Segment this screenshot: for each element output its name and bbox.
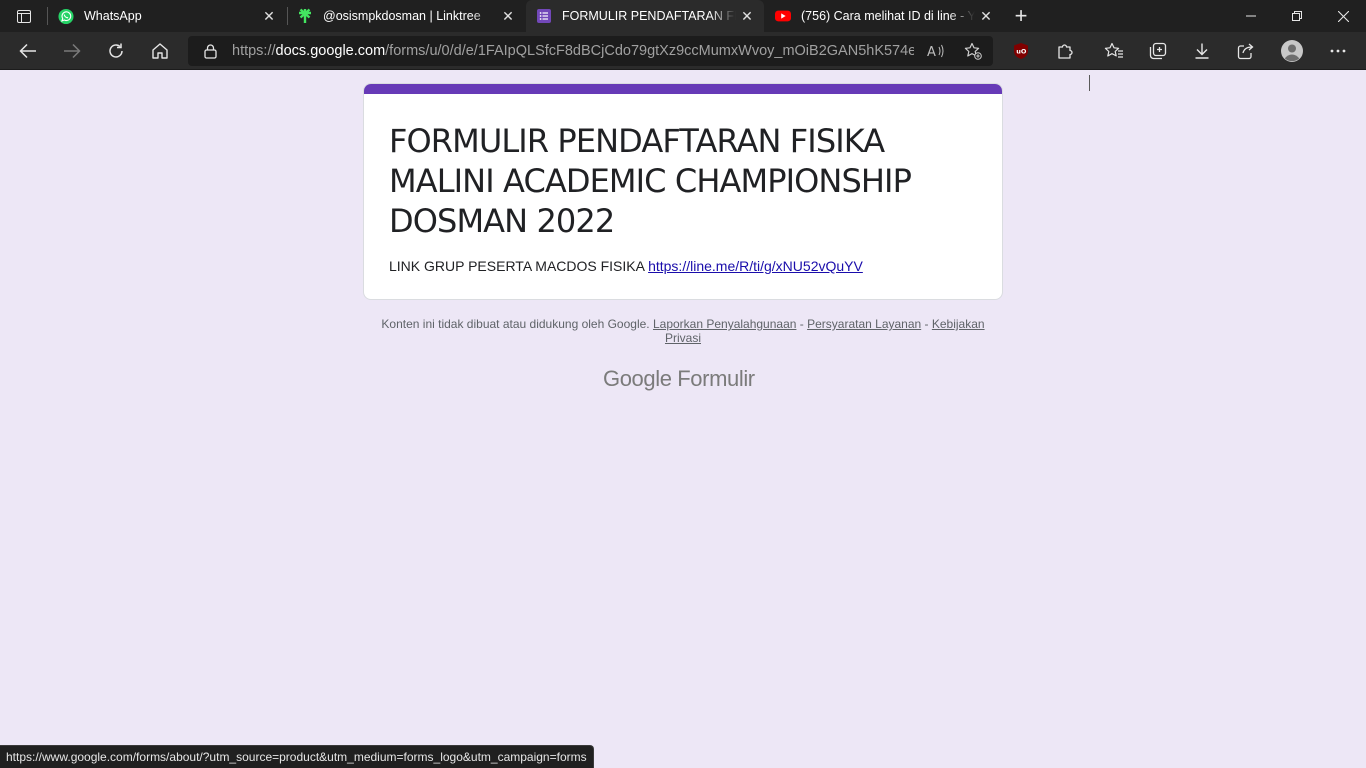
form-description-text: LINK GRUP PESERTA MACDOS FISIKA xyxy=(389,258,649,274)
report-abuse-link[interactable]: Laporkan Penyalahgunaan xyxy=(653,317,796,331)
more-icon xyxy=(1330,49,1346,53)
settings-menu-button[interactable] xyxy=(1322,35,1354,67)
tab-close-icon[interactable]: ✕ xyxy=(975,5,997,27)
close-icon xyxy=(1337,10,1349,22)
puzzle-icon xyxy=(1058,44,1073,59)
plus-icon: + xyxy=(1014,3,1028,28)
arrow-right-icon xyxy=(64,43,81,59)
minimize-icon xyxy=(1246,15,1256,17)
avatar xyxy=(1281,40,1303,62)
collections-icon xyxy=(1149,42,1167,60)
refresh-button[interactable] xyxy=(100,35,132,67)
address-bar[interactable]: https://docs.google.com/forms/u/0/d/e/1F… xyxy=(188,36,993,66)
toolbar-divider xyxy=(1089,75,1090,91)
tab-title: (756) Cara melihat ID di line - YouTube xyxy=(801,9,975,23)
url-scheme: https:// xyxy=(232,43,276,59)
form-accent-bar xyxy=(364,84,1002,94)
form-title: FORMULIR PENDAFTARAN FISIKA MALINI ACADE… xyxy=(389,122,912,240)
disclaimer-text: Konten ini tidak dibuat atau didukung ol… xyxy=(381,317,650,331)
svg-text:uO: uO xyxy=(1016,48,1027,56)
form-description: LINK GRUP PESERTA MACDOS FISIKA https://… xyxy=(389,258,863,274)
read-aloud-icon[interactable]: A xyxy=(927,42,945,60)
refresh-icon xyxy=(109,43,123,58)
forward-button[interactable] xyxy=(56,35,88,67)
tab-title: @osismpkdosman | Linktree xyxy=(323,9,481,23)
separator: - xyxy=(796,317,808,331)
linktree-icon xyxy=(297,8,313,24)
downloads-button[interactable] xyxy=(1186,35,1218,67)
profile-button[interactable] xyxy=(1276,35,1308,67)
restore-icon xyxy=(1292,11,1302,21)
forms-wordmark: Formulir xyxy=(677,366,755,391)
share-button[interactable] xyxy=(1230,35,1262,67)
line-group-link[interactable]: https://line.me/R/ti/g/xNU52vQuYV xyxy=(648,258,863,274)
terms-of-service-link[interactable]: Persyaratan Layanan xyxy=(807,317,921,331)
favorites-button[interactable] xyxy=(1098,35,1130,67)
favorites-icon xyxy=(1104,42,1123,58)
browser-toolbar: https://docs.google.com/forms/u/0/d/e/1F… xyxy=(0,32,1366,91)
tab-title: WhatsApp xyxy=(84,9,142,23)
tab-close-icon[interactable]: ✕ xyxy=(497,5,519,27)
ublock-origin-icon: uO xyxy=(1014,43,1028,59)
footer-disclaimer: Konten ini tidak dibuat atau didukung ol… xyxy=(363,317,1003,345)
tab-linktree[interactable]: @osismpkdosman | Linktree ✕ xyxy=(287,0,525,32)
google-wordmark: Google xyxy=(603,366,672,391)
new-tab-button[interactable]: + xyxy=(1009,3,1033,28)
lock-icon[interactable] xyxy=(202,43,218,59)
status-bar-url: https://www.google.com/forms/about/?utm_… xyxy=(0,745,594,768)
close-window-button[interactable] xyxy=(1320,0,1366,32)
separator: - xyxy=(921,317,932,331)
form-header-card: FORMULIR PENDAFTARAN FISIKA MALINI ACADE… xyxy=(363,83,1003,300)
tab-google-form[interactable]: FORMULIR PENDAFTARAN FISIKA MALINI ACADE… xyxy=(526,0,764,32)
home-button[interactable] xyxy=(144,35,176,67)
restore-button[interactable] xyxy=(1274,0,1320,32)
url-host: docs.google.com xyxy=(275,43,386,59)
youtube-icon xyxy=(775,8,791,24)
arrow-left-icon xyxy=(19,43,36,59)
tab-close-icon[interactable]: ✕ xyxy=(736,5,758,27)
url-text[interactable]: https://docs.google.com/forms/u/0/d/e/1F… xyxy=(232,43,914,59)
tab-strip: WhatsApp ✕ @osismpkdosman | Linktree ✕ F… xyxy=(0,0,1366,32)
collections-button[interactable] xyxy=(1142,35,1174,67)
tab-title: FORMULIR PENDAFTARAN FISIKA MALINI ACADE… xyxy=(562,9,736,23)
minimize-button[interactable] xyxy=(1228,0,1274,32)
add-favorite-icon[interactable] xyxy=(964,42,982,60)
tab-actions-icon xyxy=(17,9,31,23)
tab-youtube[interactable]: (756) Cara melihat ID di line - YouTube … xyxy=(765,0,1003,32)
download-icon xyxy=(1195,43,1209,59)
url-path: /forms/u/0/d/e/1FAIpQLSfcF8dBCjCdo79gtXz… xyxy=(385,43,914,59)
google-forms-icon xyxy=(536,8,552,24)
ublock-extension-button[interactable]: uO xyxy=(1005,35,1037,67)
home-icon xyxy=(152,43,168,59)
extensions-button[interactable] xyxy=(1049,35,1081,67)
share-icon xyxy=(1237,43,1254,60)
tab-close-icon[interactable]: ✕ xyxy=(258,5,280,27)
whatsapp-icon xyxy=(58,8,74,24)
tab-whatsapp[interactable]: WhatsApp ✕ xyxy=(48,0,286,32)
tab-actions-menu-button[interactable] xyxy=(9,4,39,28)
back-button[interactable] xyxy=(12,35,44,67)
svg-text:A: A xyxy=(927,45,936,59)
google-forms-logo[interactable]: Google Formulir xyxy=(603,366,755,392)
